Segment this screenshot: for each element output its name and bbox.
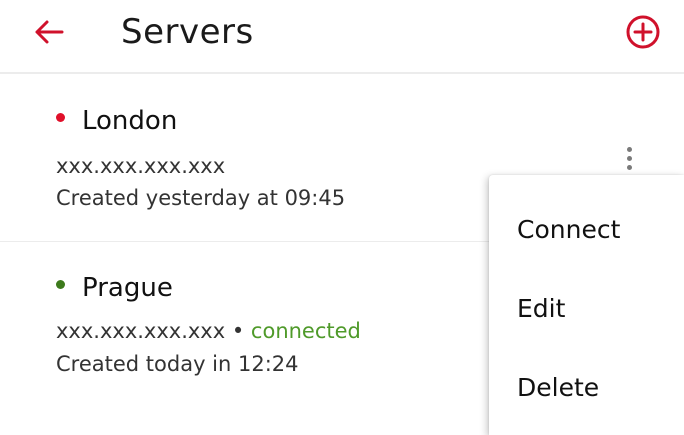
- server-address: xxx.xxx.xxx.xxx: [56, 154, 225, 178]
- more-options-button[interactable]: [614, 140, 644, 176]
- status-dot: [56, 279, 65, 289]
- server-name: Prague: [82, 273, 173, 303]
- server-ip: xxx.xxx.xxx.xxx: [56, 319, 226, 343]
- server-name: London: [82, 106, 178, 136]
- context-menu: Connect Edit Delete: [489, 175, 684, 435]
- status-dot: [56, 112, 65, 122]
- arrow-left-icon: [35, 20, 64, 44]
- menu-item-edit[interactable]: Edit: [489, 278, 684, 338]
- server-created: Created today in 12:24: [56, 352, 299, 376]
- page-title: Servers: [121, 12, 254, 52]
- menu-item-connect[interactable]: Connect: [489, 199, 684, 259]
- server-address: xxx.xxx.xxx.xxx • connected: [56, 319, 361, 343]
- connection-status: connected: [250, 319, 361, 343]
- separator: •: [231, 319, 251, 343]
- plus-circle-icon: [626, 15, 660, 49]
- server-name-row: Prague: [56, 273, 173, 303]
- back-button[interactable]: [24, 10, 74, 54]
- menu-item-delete[interactable]: Delete: [489, 357, 684, 417]
- app-bar: Servers: [0, 0, 684, 74]
- server-ip: xxx.xxx.xxx.xxx: [56, 154, 226, 178]
- server-created: Created yesterday at 09:45: [56, 186, 346, 210]
- server-name-row: London: [56, 106, 177, 136]
- add-server-button[interactable]: [620, 10, 666, 54]
- more-vertical-icon: [626, 146, 632, 152]
